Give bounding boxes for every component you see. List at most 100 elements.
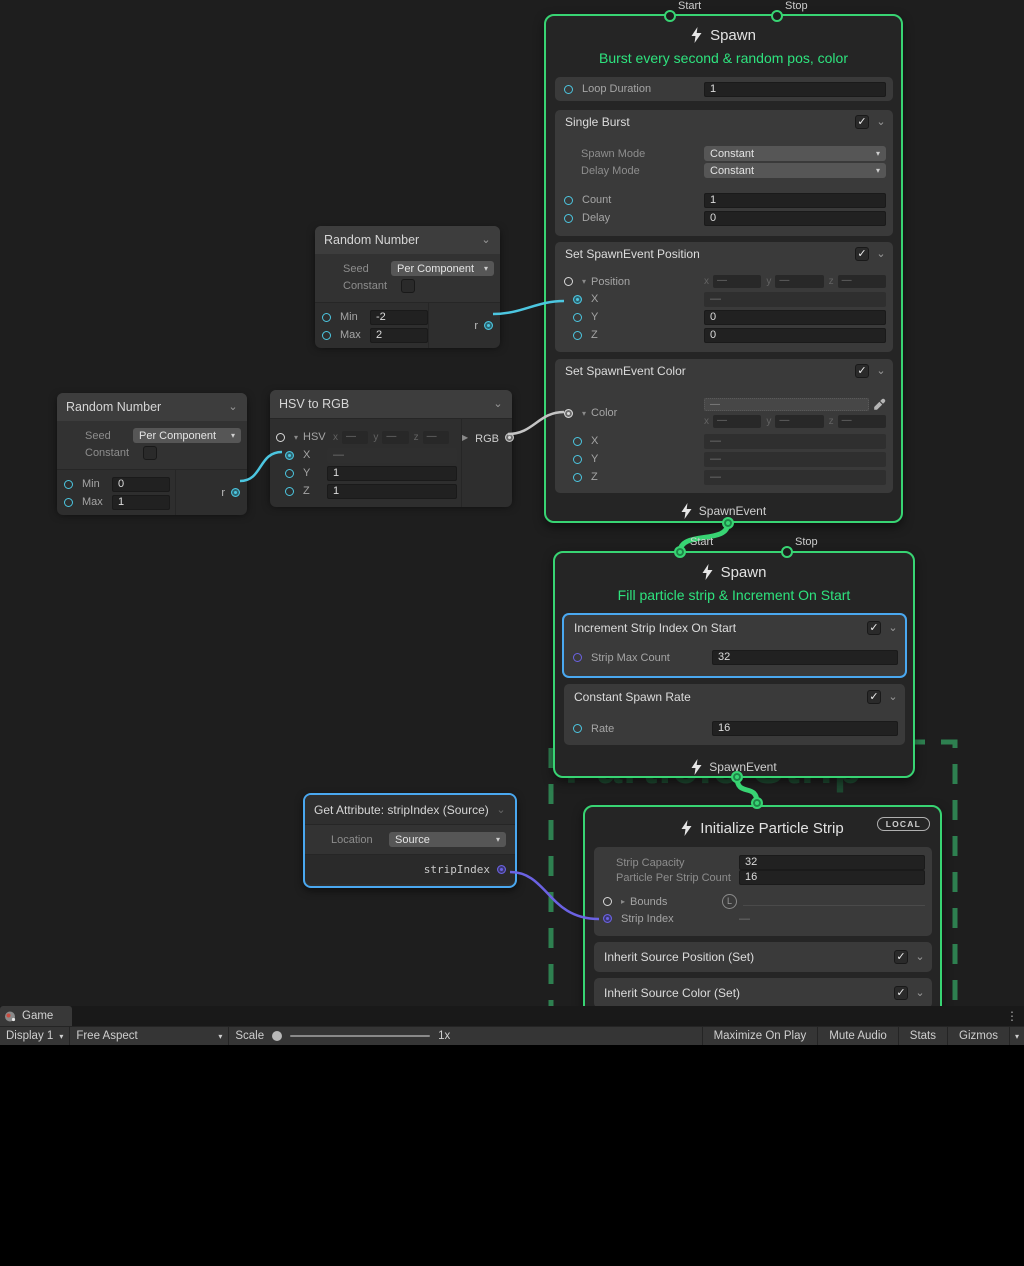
color-z-port[interactable]: [573, 473, 582, 482]
maximize-on-play-button[interactable]: Maximize On Play: [702, 1027, 818, 1045]
set-spawnevent-position-block[interactable]: Set SpawnEvent Position ✓ ⌄ ▾ Position x…: [555, 242, 893, 352]
position-y-mini-field[interactable]: —: [775, 275, 823, 288]
strip-max-count-field[interactable]: 32: [712, 650, 898, 665]
eyedropper-icon[interactable]: [873, 398, 886, 411]
max-field[interactable]: 2: [370, 328, 428, 343]
spawn2-output-anchor[interactable]: [731, 771, 743, 783]
increment-strip-index-block[interactable]: Increment Strip Index On Start ✓ ⌄ Strip…: [564, 615, 905, 676]
spawn-mode-dropdown[interactable]: Constant ▾: [704, 146, 886, 161]
set-color-collapse-icon[interactable]: ⌄: [876, 366, 886, 376]
set-spawnevent-color-block[interactable]: Set SpawnEvent Color ✓ ⌄ ▾ Color —: [555, 359, 893, 493]
seed-dropdown[interactable]: Per Component ▾: [133, 428, 241, 443]
set-position-header[interactable]: Set SpawnEvent Position ✓ ⌄: [555, 242, 893, 266]
position-z-port[interactable]: [573, 331, 582, 340]
set-color-header[interactable]: Set SpawnEvent Color ✓ ⌄: [555, 359, 893, 383]
color-foldout-icon[interactable]: ▾: [582, 409, 586, 418]
color-xyz-fields[interactable]: x— y— z—: [704, 415, 886, 428]
hsv-xyz-fields[interactable]: x— y— z—: [333, 431, 449, 444]
local-space-badge[interactable]: LOCAL: [877, 817, 930, 831]
inherit-position-enabled-checkbox[interactable]: ✓: [894, 950, 908, 964]
rate-field[interactable]: 16: [712, 721, 898, 736]
rate-port[interactable]: [573, 724, 582, 733]
position-foldout-icon[interactable]: ▾: [582, 277, 586, 286]
spawn-context-1[interactable]: Spawn Burst every second & random pos, c…: [544, 14, 903, 523]
color-y-port[interactable]: [573, 455, 582, 464]
delay-port[interactable]: [564, 214, 573, 223]
init-input-anchor[interactable]: [751, 797, 763, 809]
aspect-dropdown[interactable]: Free Aspect ▾: [70, 1027, 228, 1045]
min-port[interactable]: [322, 313, 331, 322]
inherit-source-color-block[interactable]: Inherit Source Color (Set) ✓ ⌄: [594, 978, 932, 1008]
initialize-particle-strip-context[interactable]: LOCAL Initialize Particle Strip Strip Ca…: [583, 805, 942, 1010]
rate-header[interactable]: Constant Spawn Rate ✓ ⌄: [564, 684, 905, 710]
position-y-port[interactable]: [573, 313, 582, 322]
random1-collapse-icon[interactable]: ⌄: [481, 235, 491, 245]
gizmos-dropdown-arrow[interactable]: ▾: [1009, 1027, 1024, 1045]
hsv-y-field[interactable]: 1: [327, 466, 457, 481]
max-port[interactable]: [322, 331, 331, 340]
display-dropdown[interactable]: Display 1 ▾: [0, 1027, 69, 1045]
scale-slider-knob[interactable]: [272, 1031, 282, 1041]
bounds-field[interactable]: [743, 898, 925, 906]
color-y-mini-field[interactable]: —: [775, 415, 823, 428]
hsv-to-rgb-node[interactable]: HSV to RGB ⌄ ▾ HSV x— y— z—: [270, 390, 512, 504]
particle-per-strip-field[interactable]: 16: [739, 870, 925, 885]
spawn1-stop-anchor[interactable]: [771, 10, 783, 22]
position-y-field[interactable]: 0: [704, 310, 886, 325]
bounds-foldout-icon[interactable]: ▸: [621, 897, 625, 906]
constant-checkbox[interactable]: [143, 446, 157, 460]
count-port[interactable]: [564, 196, 573, 205]
spawn1-start-anchor[interactable]: [664, 10, 676, 22]
set-position-enabled-checkbox[interactable]: ✓: [855, 247, 869, 261]
increment-header[interactable]: Increment Strip Index On Start ✓ ⌄: [564, 615, 905, 641]
hsv-foldout-icon[interactable]: ▾: [294, 433, 298, 442]
position-port[interactable]: [564, 277, 573, 286]
spawn2-title-row[interactable]: Spawn: [555, 559, 913, 585]
random1-output-port[interactable]: [484, 321, 493, 330]
set-position-collapse-icon[interactable]: ⌄: [876, 249, 886, 259]
scale-slider-track[interactable]: [290, 1035, 430, 1037]
get-attribute-node[interactable]: Get Attribute: stripIndex (Source) ⌄ Loc…: [303, 793, 517, 888]
inherit-color-header[interactable]: Inherit Source Color (Set) ✓ ⌄: [594, 978, 932, 1008]
position-z-mini-field[interactable]: —: [838, 275, 886, 288]
spawn2-start-anchor[interactable]: [674, 546, 686, 558]
hsv-z-mini-field[interactable]: —: [423, 431, 449, 444]
max-port[interactable]: [64, 498, 73, 507]
random2-output-port[interactable]: [231, 488, 240, 497]
bounds-local-icon[interactable]: L: [722, 894, 737, 909]
hsv-collapse-icon[interactable]: ⌄: [493, 399, 503, 409]
color-swatch-field[interactable]: —: [704, 398, 869, 411]
init-settings-block[interactable]: Strip Capacity 32 Particle Per Strip Cou…: [594, 847, 932, 936]
min-field[interactable]: 0: [112, 477, 170, 492]
hsv-z-field[interactable]: 1: [327, 484, 457, 499]
color-z-mini-field[interactable]: —: [838, 415, 886, 428]
strip-max-count-port[interactable]: [573, 653, 582, 662]
color-x-port[interactable]: [573, 437, 582, 446]
min-field[interactable]: -2: [370, 310, 428, 325]
inherit-position-header[interactable]: Inherit Source Position (Set) ✓ ⌄: [594, 942, 932, 972]
game-view-area[interactable]: [0, 1045, 1024, 1266]
loop-duration-field[interactable]: 1: [704, 82, 886, 97]
hsv-z-port[interactable]: [285, 487, 294, 496]
loop-duration-block[interactable]: Loop Duration 1: [555, 77, 893, 101]
single-burst-enabled-checkbox[interactable]: ✓: [855, 115, 869, 129]
spawn1-title-row[interactable]: Spawn: [546, 22, 901, 48]
seed-dropdown[interactable]: Per Component ▾: [391, 261, 494, 276]
single-burst-collapse-icon[interactable]: ⌄: [876, 117, 886, 127]
increment-enabled-checkbox[interactable]: ✓: [867, 621, 881, 635]
mute-audio-button[interactable]: Mute Audio: [817, 1027, 898, 1045]
gizmos-button[interactable]: Gizmos: [947, 1027, 1009, 1045]
color-port[interactable]: [564, 409, 573, 418]
random2-title-bar[interactable]: Random Number ⌄: [57, 393, 247, 421]
single-burst-header[interactable]: Single Burst ✓ ⌄: [555, 110, 893, 134]
rate-collapse-icon[interactable]: ⌄: [888, 692, 898, 702]
max-field[interactable]: 1: [112, 495, 170, 510]
spawn-context-2[interactable]: Spawn Fill particle strip & Increment On…: [553, 551, 915, 778]
min-port[interactable]: [64, 480, 73, 489]
hsv-port[interactable]: [276, 433, 285, 442]
set-color-enabled-checkbox[interactable]: ✓: [855, 364, 869, 378]
random1-title-bar[interactable]: Random Number ⌄: [315, 226, 500, 254]
strip-index-output-port[interactable]: [497, 865, 506, 874]
hsv-x-port[interactable]: [285, 451, 294, 460]
rgb-output-port[interactable]: [505, 433, 514, 442]
